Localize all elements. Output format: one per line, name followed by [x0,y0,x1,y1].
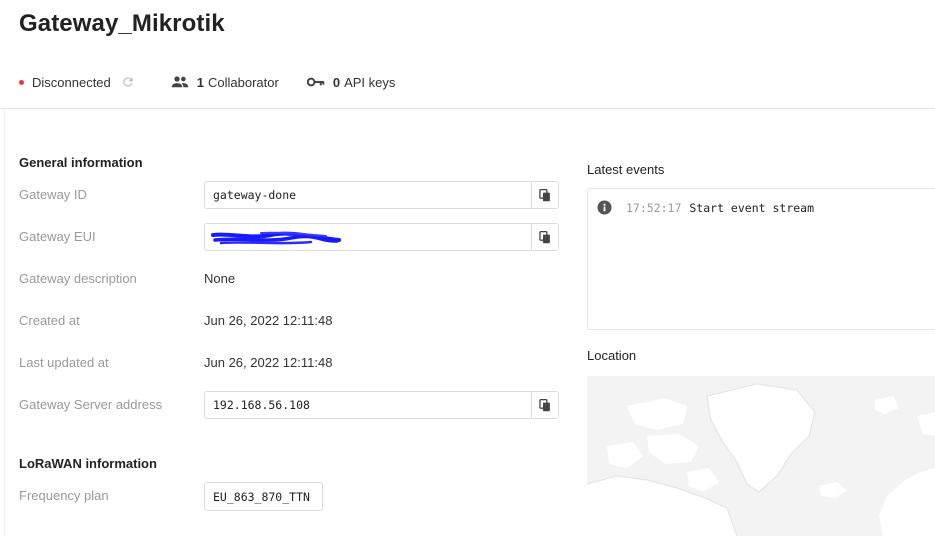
location-heading: Location [587,348,637,363]
gateway-eui-label: Gateway EUI [19,229,96,244]
gateway-server-address-label: Gateway Server address [19,397,163,412]
gateway-id-label: Gateway ID [19,187,87,202]
location-map[interactable] [587,376,935,536]
status-dot-icon [19,79,24,85]
status-bar: Disconnected 1 Collaborator 0 API keys [19,72,395,92]
info-icon [597,200,612,215]
copy-icon[interactable] [531,224,558,250]
created-at-label: Created at [19,313,80,328]
frequency-plan-label: Frequency plan [19,488,109,503]
collaborators-count: 1 [196,74,205,90]
gateway-server-address-value[interactable]: 192.168.56.108 [205,398,531,412]
created-at-value: Jun 26, 2022 12:11:48 [204,313,333,328]
status-text: Disconnected [32,74,111,90]
api-keys-label: API keys [344,74,396,90]
collaborators-link[interactable]: 1 Collaborator [171,75,279,90]
key-icon [306,77,325,87]
event-time: 17:52:17 [626,200,682,215]
events-panel[interactable]: 17:52:17 Start event stream [587,188,935,330]
refresh-icon[interactable] [121,75,135,89]
map-tiles [587,376,935,536]
last-updated-label: Last updated at [19,355,109,370]
api-keys-link[interactable]: 0 API keys [306,74,396,90]
gateway-server-address-field: 192.168.56.108 [204,391,559,419]
general-information-heading: General information [19,155,143,170]
gateway-description-label: Gateway description [19,271,137,286]
gateway-id-field: gateway-done [204,181,559,209]
page-title: Gateway_Mikrotik [19,10,225,37]
lorawan-information-heading: LoRaWAN information [19,456,157,471]
copy-icon[interactable] [531,182,558,208]
header-divider [0,108,935,109]
api-keys-count: 0 [332,74,341,90]
latest-events-heading: Latest events [587,162,665,177]
gateway-description-value: None [204,271,236,286]
event-message: Start event stream [689,200,815,215]
redaction-scribble [211,231,341,245]
gateway-id-value[interactable]: gateway-done [205,188,531,202]
copy-icon[interactable] [531,392,558,418]
last-updated-value: Jun 26, 2022 12:11:48 [204,355,333,370]
gateway-eui-field [204,223,559,251]
people-icon [171,76,189,88]
left-border [4,109,5,536]
event-item: 17:52:17 Start event stream [597,200,814,215]
frequency-plan-value[interactable]: EU_863_870_TTN [204,482,323,511]
collaborators-label: Collaborator [208,74,279,90]
